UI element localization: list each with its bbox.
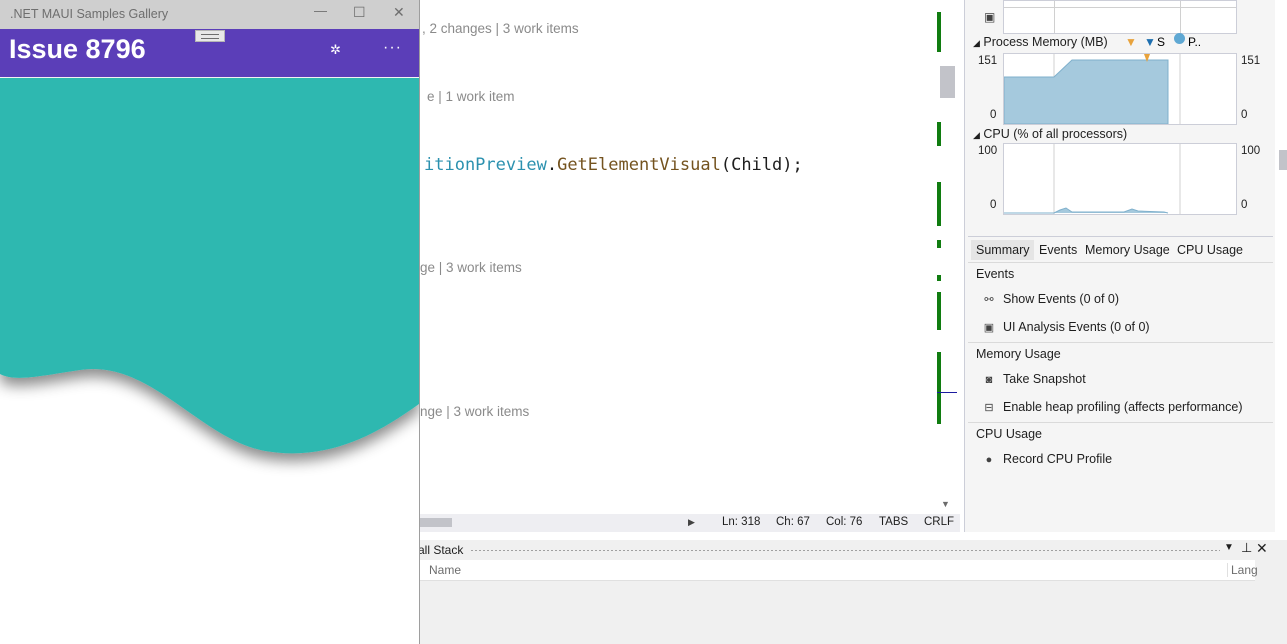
ui-analysis-link[interactable]: ▣ UI Analysis Events (0 of 0) [982,320,1150,334]
char-number: Ch: 67 [776,516,810,528]
tab-cpu-usage[interactable]: CPU Usage [1172,240,1248,260]
cpu-title[interactable]: ◢ CPU (% of all processors) [973,127,1127,141]
diagnostic-tabs: Summary Events Memory Usage CPU Usage [968,240,1273,260]
code-type: itionPreview [424,155,547,175]
heap-icon: ⊟ [984,402,994,414]
record-cpu-button[interactable]: ● Record CPU Profile [982,452,1112,466]
code-args: (Child); [720,155,803,175]
change-mark [937,292,941,330]
process-memory-title[interactable]: ◢ Process Memory (MB) [973,35,1108,49]
column-header-row: Name Lang [412,560,1258,581]
navigation-bar: Issue 8796 ✲ ··· [0,29,419,77]
line-ending-indicator[interactable]: CRLF [924,516,954,528]
tab-events[interactable]: Events [1034,240,1082,260]
wave-shape [0,78,419,454]
legend-p: P.. [1188,35,1202,49]
heap-profiling-toggle[interactable]: ⊟ Enable heap profiling (affects performa… [982,400,1242,414]
editor-status-bar: ▶ Ln: 318 Ch: 67 Col: 76 TABS CRLF [420,514,960,532]
column-number[interactable]: Col: 76 [826,516,862,528]
memory-y-max-right: 151 [1241,55,1261,67]
cpu-y-max-right: 100 [1241,145,1261,157]
settings-icon[interactable]: ✲ [330,42,341,58]
events-graph [1003,0,1237,34]
close-icon[interactable]: ✕ [1256,540,1268,557]
change-mark [937,12,941,52]
legend-s: S [1157,35,1166,49]
teal-shape [0,78,419,454]
events-header: Events [968,262,1273,284]
more-icon[interactable]: ··· [383,39,402,57]
process-memory-graph[interactable] [1003,53,1237,125]
code-dot: . [546,155,558,175]
change-mark [937,182,941,226]
cpu-y-min: 0 [990,199,997,211]
record-icon: ● [985,454,993,466]
call-stack-title[interactable]: all Stack [418,543,463,557]
camera-icon: ◙ [985,374,993,386]
column-name[interactable]: Name [429,563,461,577]
outer-scrollbar-thumb[interactable] [1279,150,1287,170]
collapse-icon[interactable]: ◢ [973,38,980,48]
memory-usage-header: Memory Usage [968,342,1273,364]
collapse-icon[interactable]: ◢ [973,130,980,140]
memory-y-max: 151 [978,55,998,67]
memory-y-min-right: 0 [1241,109,1248,121]
codelens-4[interactable]: nge | 3 work items [420,404,529,419]
show-events-link[interactable]: ⚯ Show Events (0 of 0) [982,292,1119,306]
code-method: GetElementVisual [557,155,721,175]
take-snapshot-button[interactable]: ◙ Take Snapshot [982,372,1086,386]
horizontal-scrollbar-thumb[interactable] [420,518,452,527]
maximize-icon[interactable]: ☐ [353,4,366,21]
ui-analysis-icon: ▣ [984,10,996,24]
events-icon: ⚯ [984,294,994,306]
snapshot-marker-icon: ▼ [1125,35,1137,49]
caret-position-mark [937,392,957,393]
codelens-2[interactable]: e | 1 work item [427,89,515,104]
cpu-graph[interactable] [1003,143,1237,215]
panel-drag-handle[interactable] [470,549,1220,552]
maui-window: .NET MAUI Samples Gallery — ☐ ✕ Issue 87… [0,0,420,644]
ui-analysis-icon: ▣ [983,322,995,334]
vertical-scrollbar-thumb[interactable] [940,66,955,98]
line-number: Ln: 318 [722,516,761,528]
call-stack-panel: all Stack ▼ ⊥ ✕ Name Lang [412,540,1287,644]
title-bar[interactable]: .NET MAUI Samples Gallery — ☐ ✕ [0,0,419,29]
pin-icon[interactable]: ⊥ [1241,540,1252,556]
codelens-3[interactable]: ge | 3 work items [420,260,522,275]
change-mark [937,275,941,281]
close-icon[interactable]: ✕ [393,4,405,21]
memory-y-min: 0 [990,109,997,121]
gc-marker-icon: ▼ [1144,35,1156,49]
dropdown-icon[interactable]: ▼ [1224,542,1234,553]
memory-area [1004,59,1169,124]
scroll-right-icon[interactable]: ▶ [688,517,695,528]
change-mark [937,122,941,146]
minimize-icon[interactable]: — [314,3,327,18]
change-mark [937,240,941,248]
tab-summary[interactable]: Summary [971,240,1035,260]
page-title: Issue 8796 [9,34,146,64]
cpu-y-min-right: 0 [1241,199,1248,211]
tabs-indicator[interactable]: TABS [879,516,908,528]
cpu-line [1004,207,1169,214]
scroll-down-icon[interactable]: ▼ [941,499,950,509]
private-bytes-legend-icon [1174,33,1185,44]
tab-memory-usage[interactable]: Memory Usage [1080,240,1175,260]
column-lang[interactable]: Lang [1227,563,1258,577]
change-mark [937,352,941,424]
window-title: .NET MAUI Samples Gallery [10,7,169,21]
code-editor[interactable]: , 2 changes | 3 work items e | 1 work it… [420,0,935,515]
drag-handle[interactable] [195,30,225,42]
code-line[interactable]: itionPreview.GetElementVisual(Child); [424,155,803,175]
cpu-y-max: 100 [978,145,998,157]
cpu-usage-header: CPU Usage [968,422,1273,444]
codelens-1[interactable]: , 2 changes | 3 work items [422,21,579,36]
